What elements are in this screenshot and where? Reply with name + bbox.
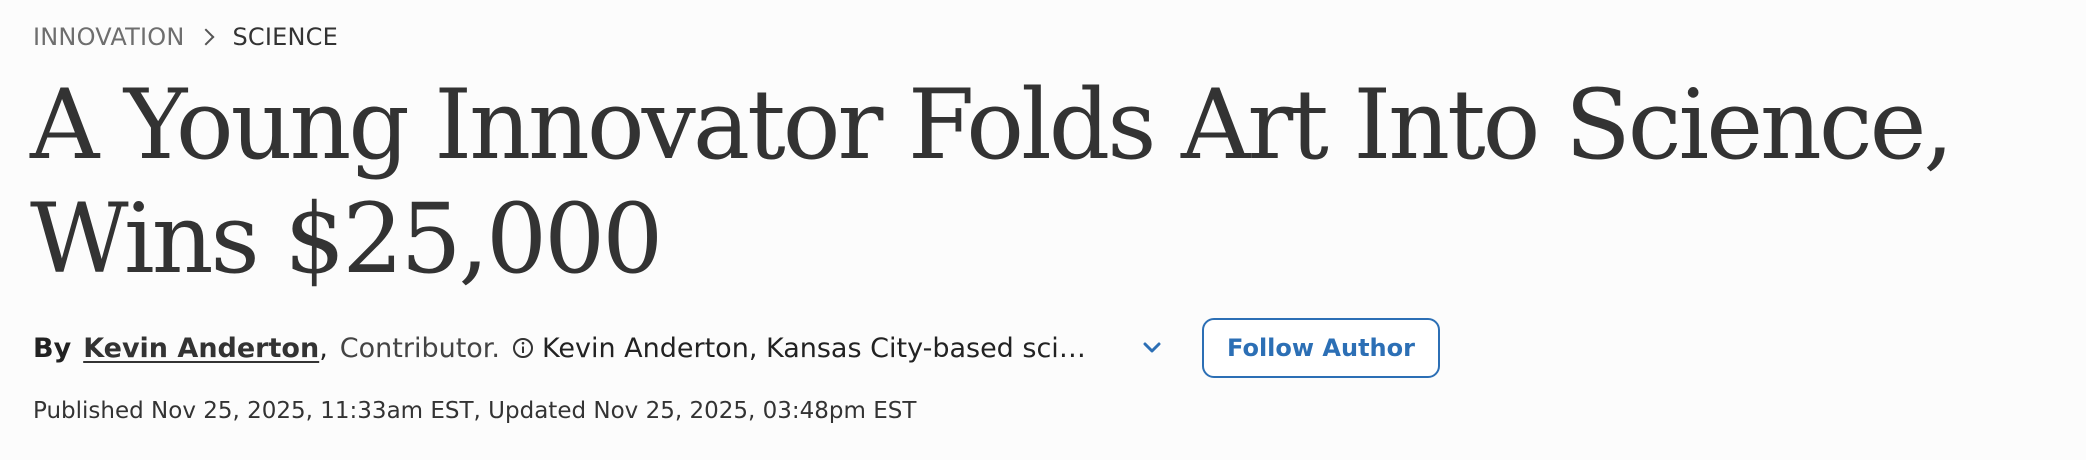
follow-author-button[interactable]: Follow Author — [1202, 318, 1440, 378]
byline-separator: , — [319, 332, 328, 364]
author-link[interactable]: Kevin Anderton — [83, 333, 319, 364]
author-bio-snippet: Kevin Anderton, Kansas City-based scienc… — [542, 332, 1103, 364]
byline: By Kevin Anderton , Contributor. Kevin A… — [33, 326, 1174, 370]
info-icon[interactable] — [512, 337, 534, 359]
breadcrumb-science-link[interactable]: SCIENCE — [232, 23, 338, 51]
breadcrumb-innovation-link[interactable]: INNOVATION — [33, 23, 184, 51]
byline-prefix: By — [33, 332, 72, 364]
article-headline: A Young Innovator Folds Art Into Science… — [30, 69, 1954, 295]
expand-bio-button[interactable] — [1130, 326, 1174, 370]
chevron-down-icon — [1143, 342, 1161, 353]
publish-dates: Published Nov 25, 2025, 11:33am EST, Upd… — [33, 398, 917, 424]
breadcrumb: INNOVATION SCIENCE — [33, 20, 338, 54]
chevron-right-icon — [197, 28, 215, 46]
author-role: Contributor. — [339, 332, 501, 364]
